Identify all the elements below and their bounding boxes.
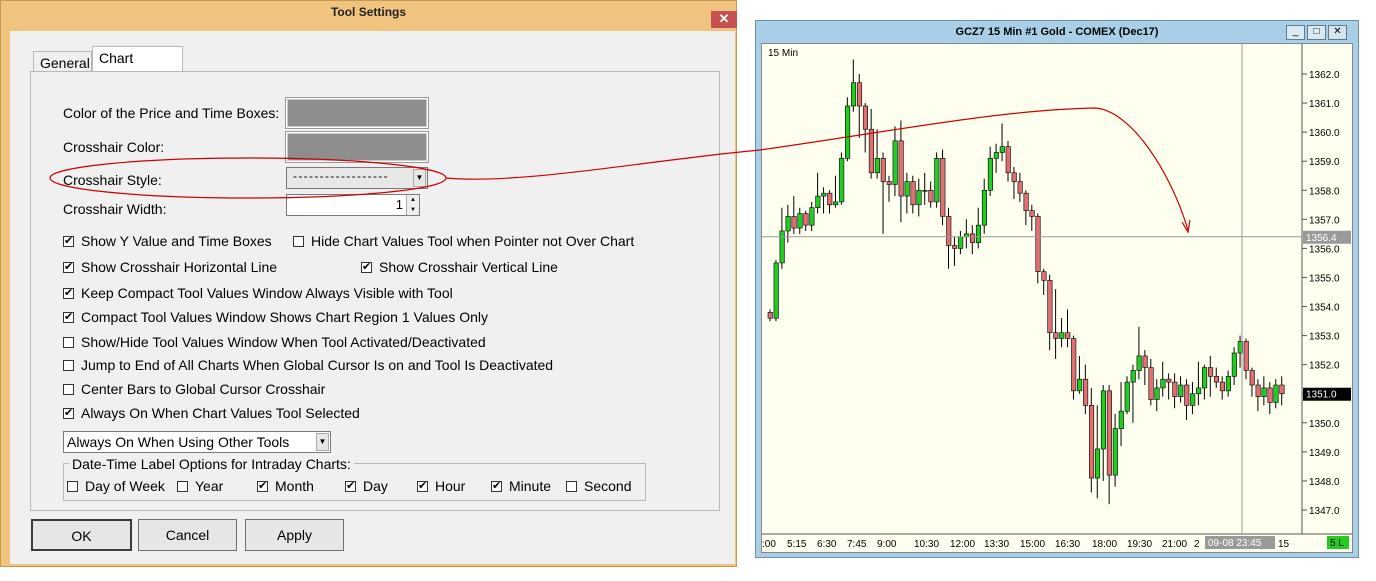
annotation-arrow xyxy=(445,107,1189,231)
annotation-circle xyxy=(49,157,447,199)
annotation-layer xyxy=(49,107,1191,234)
